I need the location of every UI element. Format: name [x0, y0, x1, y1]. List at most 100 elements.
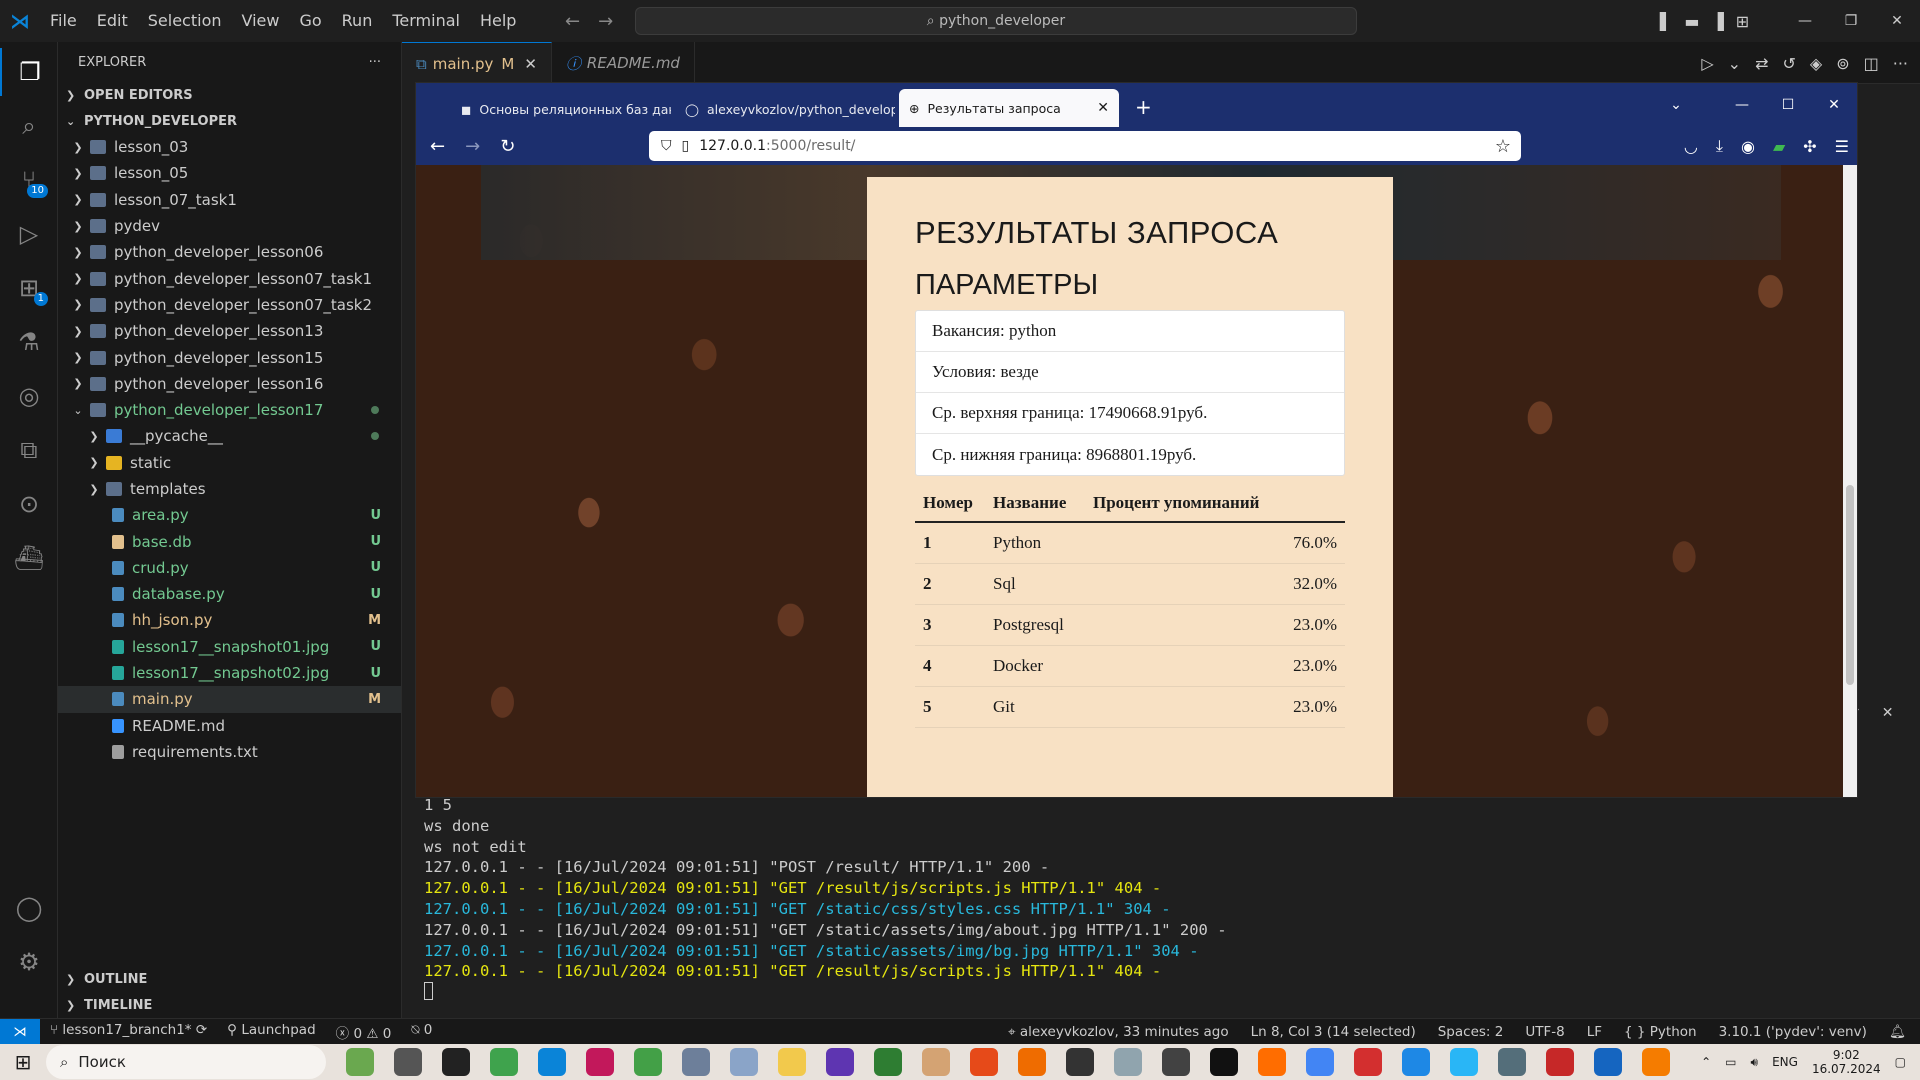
tree-item[interactable]: ❯ python_developer_lesson06: [58, 239, 401, 265]
command-center[interactable]: ⌕ python_developer: [635, 7, 1357, 35]
tree-item[interactable]: hh_json.py M: [58, 607, 401, 633]
maximize-icon[interactable]: ☐: [1765, 97, 1811, 113]
python-app-icon[interactable]: [682, 1048, 710, 1076]
ports-indicator[interactable]: ⍉ 0: [411, 1022, 432, 1042]
forward-arrow-icon[interactable]: →: [598, 11, 613, 32]
network-icon[interactable]: ▭: [1725, 1055, 1736, 1069]
run-icon[interactable]: ▷: [1701, 54, 1713, 73]
explorer-icon[interactable]: ❐: [0, 48, 58, 96]
firefox-icon[interactable]: [1258, 1048, 1286, 1076]
tree-item[interactable]: ⌄ python_developer_lesson17: [58, 397, 401, 423]
more-actions-icon[interactable]: ···: [1893, 54, 1908, 73]
tree-item[interactable]: area.py U: [58, 502, 401, 528]
compare-changes-icon[interactable]: ⇄: [1755, 54, 1768, 73]
language-indicator[interactable]: ENG: [1772, 1055, 1798, 1069]
close-icon[interactable]: ✕: [524, 55, 537, 73]
qt-app-icon[interactable]: [634, 1048, 662, 1076]
save-app-icon[interactable]: [826, 1048, 854, 1076]
tree-item[interactable]: ❯ python_developer_lesson13: [58, 318, 401, 344]
tree-item[interactable]: lesson17__snapshot02.jpg U: [58, 660, 401, 686]
file-app-icon[interactable]: [730, 1048, 758, 1076]
zoom-icon[interactable]: [1402, 1048, 1430, 1076]
tab-list-icon[interactable]: ⌄: [1653, 97, 1699, 113]
tree-item[interactable]: crud.py U: [58, 555, 401, 581]
app-icon[interactable]: [1546, 1048, 1574, 1076]
tree-item[interactable]: ❯ pydev: [58, 213, 401, 239]
outline-section[interactable]: ❯ OUTLINE: [58, 966, 402, 992]
split-editor-icon[interactable]: ◫: [1864, 54, 1879, 73]
app-icon[interactable]: [1066, 1048, 1094, 1076]
python-interpreter[interactable]: 3.10.1 ('pydev': venv): [1719, 1024, 1867, 1040]
language-mode[interactable]: { } Python: [1624, 1024, 1697, 1040]
menu-run[interactable]: Run: [332, 0, 383, 42]
git-blame[interactable]: ⌖ alexeyvkozlov, 33 minutes ago: [1008, 1024, 1229, 1040]
back-arrow-icon[interactable]: ←: [565, 11, 580, 32]
tab-main-py[interactable]: ⧉ main.py M ✕: [402, 42, 552, 84]
calculator-icon[interactable]: [1498, 1048, 1526, 1076]
7zip-icon[interactable]: [1210, 1048, 1238, 1076]
browser-tab-databases[interactable]: ◼ Основы реляционных баз дан ✕: [451, 91, 671, 127]
tree-item[interactable]: ❯ python_developer_lesson07_task2: [58, 292, 401, 318]
docker-icon[interactable]: ⛴: [0, 534, 58, 582]
run-debug-icon[interactable]: ▷: [0, 210, 58, 258]
menu-help[interactable]: Help: [470, 0, 526, 42]
tree-item[interactable]: README.md: [58, 713, 401, 739]
qt-creator-icon[interactable]: [874, 1048, 902, 1076]
remote-explorer-icon[interactable]: ⊙: [0, 480, 58, 528]
extensions-icon[interactable]: ✣: [1803, 137, 1816, 156]
menu-selection[interactable]: Selection: [138, 0, 232, 42]
line-endings[interactable]: LF: [1587, 1024, 1602, 1040]
vpn-extension-icon[interactable]: ▰: [1773, 137, 1785, 156]
account-icon[interactable]: ◯: [0, 884, 58, 932]
scrollbar-thumb[interactable]: [1846, 485, 1854, 685]
project-section[interactable]: ⌄ PYTHON_DEVELOPER: [58, 108, 401, 134]
app-icon[interactable]: [922, 1048, 950, 1076]
open-changes-icon[interactable]: ◈: [1810, 54, 1822, 73]
telegram-icon[interactable]: [1450, 1048, 1478, 1076]
jetbrains-app-icon[interactable]: [586, 1048, 614, 1076]
gitlens-icon[interactable]: ◎: [0, 372, 58, 420]
pocket-icon[interactable]: ◡: [1684, 137, 1698, 156]
bookmark-star-icon[interactable]: ☆: [1495, 136, 1511, 157]
tree-item[interactable]: ❯ python_developer_lesson16: [58, 371, 401, 397]
tree-item[interactable]: main.py M: [58, 686, 401, 713]
tree-item[interactable]: requirements.txt: [58, 739, 401, 765]
indentation[interactable]: Spaces: 2: [1438, 1024, 1504, 1040]
tree-item[interactable]: ❯ python_developer_lesson07_task1: [58, 265, 401, 291]
restore-icon[interactable]: ❐: [1828, 13, 1874, 29]
close-panel-icon[interactable]: ✕: [1882, 705, 1894, 721]
toggle-panel-icon[interactable]: ▬: [1684, 12, 1699, 31]
gitlens-toggle-icon[interactable]: ⊚: [1836, 54, 1849, 73]
forward-arrow-icon[interactable]: →: [465, 136, 480, 157]
taskbar-search[interactable]: ⌕ Поиск: [46, 1045, 326, 1079]
tree-item[interactable]: lesson17__snapshot01.jpg U: [58, 634, 401, 660]
file-explorer-icon[interactable]: [778, 1048, 806, 1076]
close-tab-icon[interactable]: ✕: [1097, 100, 1109, 116]
branch-indicator[interactable]: ⑂ lesson17_branch1* ⟳: [50, 1022, 207, 1042]
chat-icon[interactable]: ▢: [1895, 1055, 1906, 1069]
close-icon[interactable]: ✕: [1874, 13, 1920, 29]
account-icon[interactable]: ◉: [1741, 137, 1755, 156]
launchpad-indicator[interactable]: ⚲ Launchpad: [227, 1022, 315, 1042]
notifications-bell-icon[interactable]: 🔔︎: [1889, 1024, 1906, 1040]
tree-item[interactable]: ❯ templates: [58, 476, 401, 502]
search-icon[interactable]: ⌕: [0, 102, 58, 150]
testing-icon[interactable]: ⚗: [0, 318, 58, 366]
chevron-down-icon[interactable]: ⌄: [1728, 54, 1741, 73]
minimize-icon[interactable]: —: [1719, 97, 1765, 113]
menu-edit[interactable]: Edit: [87, 0, 138, 42]
more-actions-icon[interactable]: ···: [369, 55, 381, 70]
chevron-up-icon[interactable]: ⌃: [1701, 1055, 1711, 1069]
app-icon[interactable]: [970, 1048, 998, 1076]
tree-item[interactable]: ❯ lesson_03: [58, 134, 401, 160]
clock[interactable]: 9:02 16.07.2024: [1812, 1048, 1881, 1076]
address-bar[interactable]: ⛉ ▯ 127.0.0.1:5000/result/ ☆: [649, 131, 1521, 161]
app-icon[interactable]: [1594, 1048, 1622, 1076]
app-icon[interactable]: [1162, 1048, 1190, 1076]
extensions-icon[interactable]: ⊞ 1: [0, 264, 58, 312]
app-icon[interactable]: [1018, 1048, 1046, 1076]
widget-landscape-icon[interactable]: [346, 1048, 374, 1076]
revert-icon[interactable]: ↺: [1782, 54, 1795, 73]
tree-item[interactable]: database.py U: [58, 581, 401, 607]
terminal-cursor[interactable]: [402, 982, 1920, 1006]
